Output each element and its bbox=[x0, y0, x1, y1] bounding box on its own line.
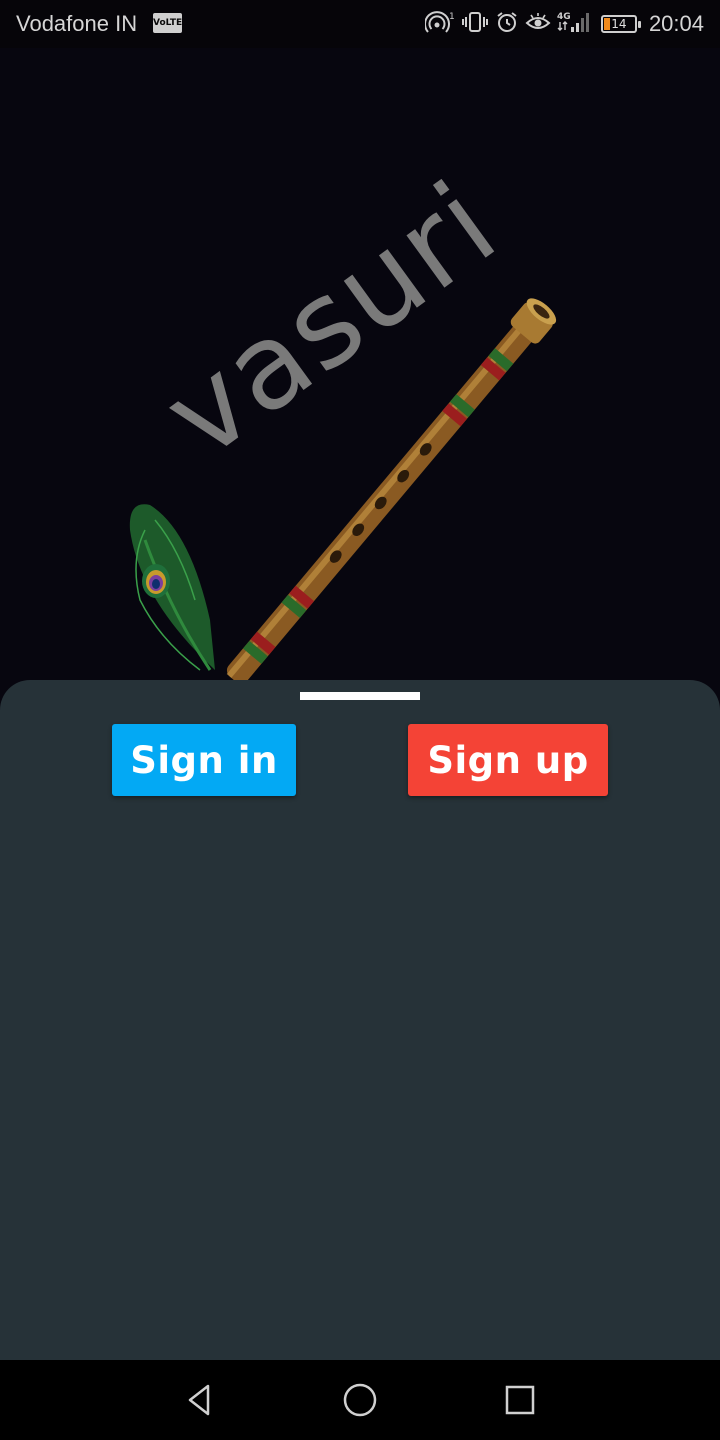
peacock-feather-icon bbox=[129, 504, 215, 671]
sign-in-button[interactable]: Sign in bbox=[112, 724, 296, 796]
sheet-drag-handle[interactable] bbox=[300, 692, 420, 700]
network-type-label: 4G bbox=[557, 12, 571, 22]
vibrate-icon bbox=[461, 10, 489, 39]
carrier-name: Vodafone IN bbox=[16, 11, 138, 36]
recents-icon[interactable] bbox=[496, 1376, 544, 1424]
status-time: 20:04 bbox=[648, 11, 704, 36]
svg-text:1: 1 bbox=[449, 12, 455, 22]
system-nav-bar bbox=[0, 1360, 720, 1440]
alarm-icon bbox=[495, 10, 519, 39]
status-bar: Vodafone IN VoLTE 1 4G 14 20:04 bbox=[0, 0, 720, 48]
home-icon[interactable] bbox=[336, 1376, 384, 1424]
status-icons: 1 4G 14 20:04 bbox=[419, 9, 704, 39]
back-icon[interactable] bbox=[176, 1376, 224, 1424]
app-screen: Vodafone IN VoLTE 1 4G 14 20:04 vasuri S… bbox=[0, 0, 720, 1440]
battery-level: 14 bbox=[611, 17, 627, 31]
battery-icon: 14 bbox=[600, 15, 641, 33]
volte-badge: VoLTE bbox=[153, 13, 182, 33]
eye-comfort-icon bbox=[525, 10, 551, 39]
auth-bottom-sheet: Sign in Sign up bbox=[0, 680, 720, 1360]
hotspot-icon: 1 bbox=[423, 10, 455, 39]
sign-up-button[interactable]: Sign up bbox=[408, 724, 608, 796]
signal-4g-icon: 4G bbox=[557, 10, 593, 39]
